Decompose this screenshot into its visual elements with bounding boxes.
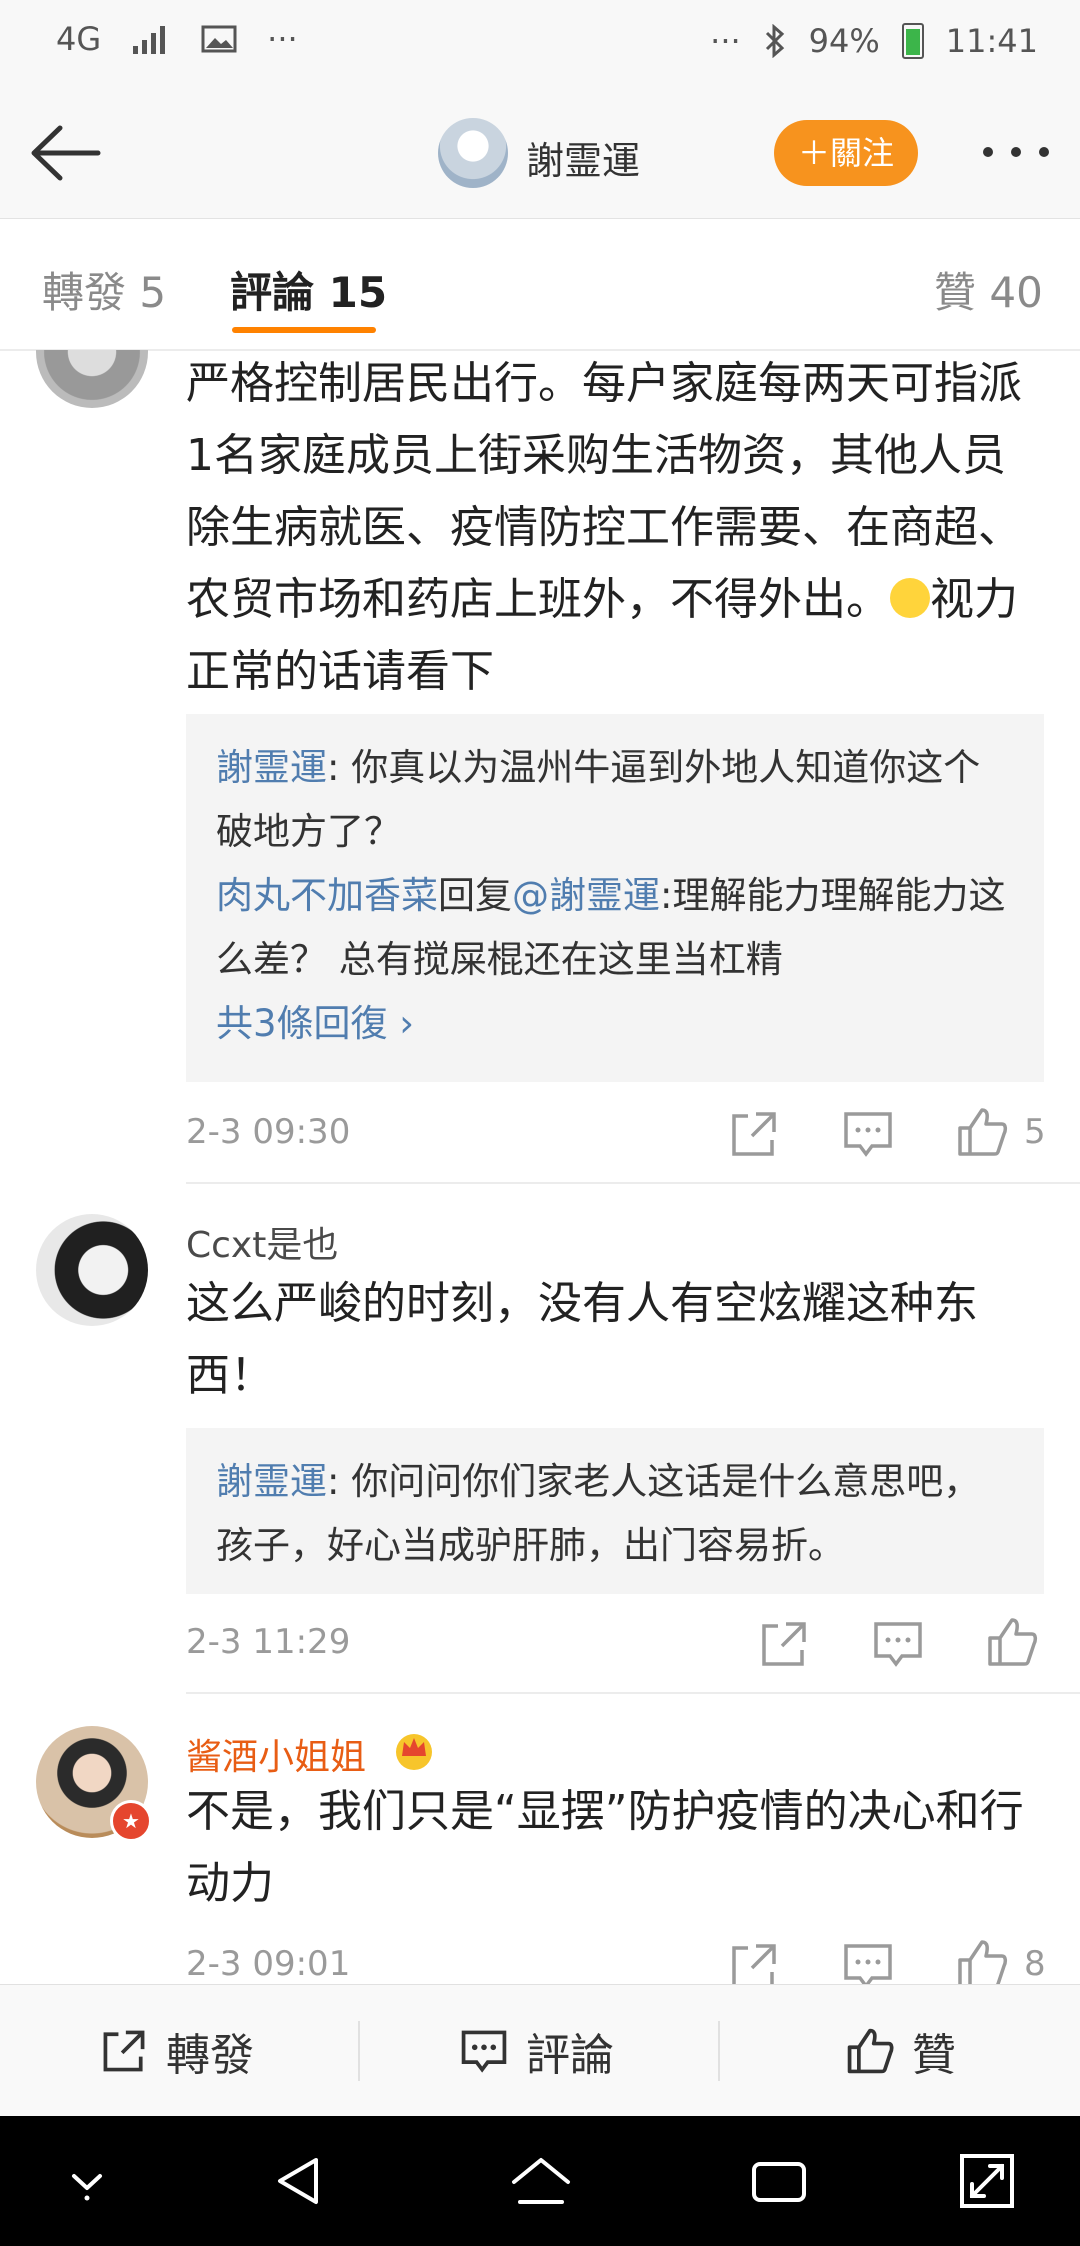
- comment-icon[interactable]: [840, 1106, 896, 1162]
- like-label: 贊: [912, 2030, 956, 2081]
- comment-icon[interactable]: [840, 1938, 896, 1984]
- comment-text: 严格控制居民出行。每户家庭每两天可指派1名家庭成员上街采购生活物资，其他人员除生…: [186, 358, 1022, 697]
- more-options-icon[interactable]: [976, 132, 1056, 172]
- tab-reposts[interactable]: 轉發 5: [42, 259, 166, 320]
- recents-nav-icon[interactable]: [744, 2146, 814, 2216]
- tab-comments[interactable]: 評論 15: [230, 259, 387, 320]
- share-icon[interactable]: [756, 1616, 812, 1672]
- active-tab-indicator: [232, 327, 376, 333]
- bottom-divider: [718, 2021, 720, 2081]
- repost-icon: [103, 2030, 145, 2072]
- comment-text: 不是，我们只是“显摆”防护疫情的决心和行动力: [186, 1786, 1024, 1909]
- comment-author[interactable]: 酱酒小姐姐: [186, 1728, 366, 1780]
- tab-bar: 轉發 5 評論 15 贊 40: [0, 219, 1080, 349]
- like-button[interactable]: 贊: [844, 1985, 956, 2117]
- follow-button[interactable]: ＋關注: [774, 120, 918, 186]
- comment-avatar[interactable]: [36, 1214, 148, 1326]
- back-nav-icon[interactable]: [266, 2146, 336, 2216]
- like-count: 5: [1024, 1112, 1046, 1152]
- like-icon[interactable]: [984, 1614, 1040, 1670]
- more-status-dots-right: ···: [710, 22, 741, 60]
- comment-author[interactable]: Ccxt是也: [186, 1216, 338, 1268]
- reply-author[interactable]: 謝霊運: [216, 746, 327, 789]
- reply-line: 謝霊運: 你真以为温州牛逼到外地人知道你这个破地方了？: [216, 746, 981, 853]
- reply-author[interactable]: 謝霊運: [216, 1460, 327, 1503]
- like-icon[interactable]: [954, 1936, 1010, 1984]
- comment-divider: [186, 1692, 1080, 1694]
- network-label: 4G: [56, 20, 102, 58]
- crown-badge-icon: [396, 1734, 432, 1770]
- bottom-divider: [358, 2021, 360, 2081]
- comment-avatar[interactable]: [36, 350, 148, 408]
- battery-percent: 94%: [808, 22, 880, 60]
- repost-button[interactable]: 轉發: [98, 1985, 254, 2117]
- comment-time: 2-3 09:01: [186, 1944, 351, 1984]
- system-nav-bar: [0, 2116, 1080, 2246]
- more-status-dots: ···: [267, 20, 298, 58]
- verified-badge-icon: ★: [110, 1800, 152, 1842]
- reply-author[interactable]: 肉丸不加香菜: [216, 874, 438, 917]
- signal-icon: [133, 26, 166, 54]
- like-icon: [847, 2028, 894, 2074]
- image-icon: [201, 25, 237, 53]
- bottom-action-bar: 轉發 評論 贊: [0, 1984, 1080, 2117]
- bluetooth-icon: [765, 24, 784, 58]
- share-icon[interactable]: [726, 1106, 782, 1162]
- comment-feed[interactable]: 严格控制居民出行。每户家庭每两天可指派1名家庭成员上街采购生活物资，其他人员除生…: [0, 350, 1080, 1984]
- like-icon[interactable]: [954, 1104, 1010, 1160]
- comment-button[interactable]: 評論: [458, 1985, 614, 2117]
- clock: 11:41: [945, 22, 1038, 60]
- share-icon[interactable]: [726, 1938, 782, 1984]
- comment-time: 2-3 11:29: [186, 1622, 351, 1662]
- more-replies-link[interactable]: 共3條回復 ›: [216, 992, 1014, 1056]
- status-bar: 4G ··· ··· 94% 11:41: [0, 0, 1080, 92]
- comment-icon: [461, 2030, 507, 2073]
- home-nav-icon[interactable]: [506, 2146, 576, 2216]
- comment-divider: [186, 1182, 1080, 1184]
- reply-box[interactable]: 謝霊運: 你真以为温州牛逼到外地人知道你这个破地方了？ 肉丸不加香菜回复@謝霊運…: [186, 714, 1044, 1082]
- reply-box[interactable]: 謝霊運: 你问问你们家老人这话是什么意思吧，孩子，好心当成驴肝肺，出门容易折。: [186, 1428, 1044, 1594]
- nav-title[interactable]: 謝霊運: [526, 130, 640, 185]
- like-count: 8: [1024, 1944, 1046, 1984]
- hide-keyboard-icon[interactable]: [52, 2146, 122, 2216]
- tab-likes[interactable]: 贊 40: [934, 259, 1043, 320]
- nav-bar: 謝霊運 ＋關注: [0, 92, 1080, 219]
- back-arrow-icon[interactable]: [26, 118, 106, 188]
- reply-line: 肉丸不加香菜回复@謝霊運:理解能力理解能力这么差？ 总有搅屎棍还在这里当杠精: [216, 874, 1006, 981]
- comment-text: 这么严峻的时刻，没有人有空炫耀这种东西！: [186, 1278, 978, 1401]
- smile-emoji-icon: [890, 578, 930, 618]
- rotate-screen-icon[interactable]: [952, 2146, 1022, 2216]
- comment-icon[interactable]: [870, 1616, 926, 1672]
- comment-label: 評論: [526, 2030, 614, 2081]
- comment-time: 2-3 09:30: [186, 1112, 351, 1152]
- reply-mention[interactable]: @謝霊運: [512, 874, 660, 917]
- battery-icon: [901, 23, 924, 59]
- repost-label: 轉發: [166, 2030, 254, 2081]
- reply-line: 謝霊運: 你问问你们家老人这话是什么意思吧，孩子，好心当成驴肝肺，出门容易折。: [216, 1460, 981, 1567]
- user-avatar[interactable]: [438, 118, 508, 188]
